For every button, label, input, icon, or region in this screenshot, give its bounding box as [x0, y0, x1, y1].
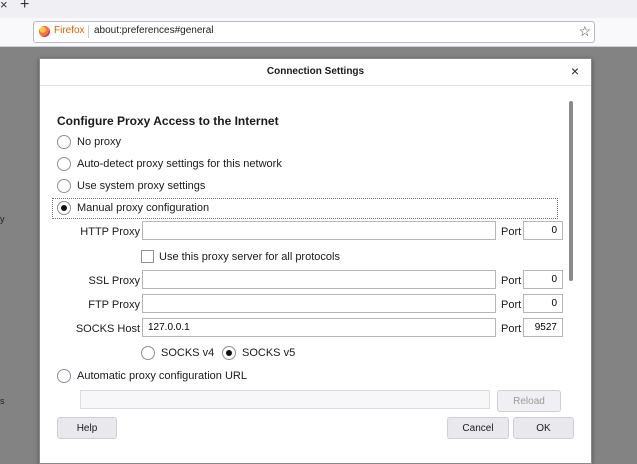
- radio-auto-detect[interactable]: Auto-detect proxy settings for this netw…: [57, 157, 282, 171]
- radio-label: Use system proxy settings: [77, 180, 206, 192]
- firefox-logo-icon: [39, 26, 50, 37]
- radio-no-proxy[interactable]: No proxy: [57, 135, 121, 149]
- ftp-port-label: Port: [501, 299, 522, 311]
- radio-button[interactable]: [141, 346, 155, 360]
- connection-settings-dialog: Connection Settings × Configure Proxy Ac…: [39, 58, 592, 464]
- ftp-port-input[interactable]: [523, 294, 563, 313]
- background-text-fragment: s: [0, 396, 5, 406]
- navigation-bar: Firefox about:preferences#general ☆: [0, 18, 637, 47]
- proxy-heading: Configure Proxy Access to the Internet: [57, 114, 279, 128]
- socks-host-input[interactable]: [142, 318, 496, 337]
- ftp-proxy-label: FTP Proxy: [88, 299, 140, 311]
- scrollbar-thumb[interactable]: [569, 101, 573, 281]
- reload-button[interactable]: Reload: [497, 390, 561, 412]
- radio-button[interactable]: [57, 157, 71, 171]
- dialog-titlebar: Connection Settings ×: [40, 59, 591, 86]
- use-for-all-checkbox[interactable]: [141, 250, 154, 263]
- help-button[interactable]: Help: [57, 417, 117, 439]
- auto-config-url-input[interactable]: [80, 390, 490, 409]
- radio-label: SOCKS v4: [161, 347, 215, 359]
- radio-button[interactable]: [222, 346, 236, 360]
- radio-label: Auto-detect proxy settings for this netw…: [77, 158, 282, 170]
- radio-label: Manual proxy configuration: [77, 202, 210, 214]
- http-port-label: Port: [501, 226, 522, 238]
- url-bar[interactable]: Firefox about:preferences#general ☆: [33, 21, 595, 43]
- bookmark-star-icon[interactable]: ☆: [578, 23, 591, 40]
- ssl-proxy-input[interactable]: [142, 270, 496, 289]
- url-text[interactable]: about:preferences#general: [94, 25, 214, 36]
- ftp-proxy-input[interactable]: [142, 294, 496, 313]
- new-tab-button[interactable]: +: [20, 0, 29, 14]
- use-for-all-label: Use this proxy server for all protocols: [159, 251, 340, 263]
- radio-manual-proxy[interactable]: Manual proxy configuration: [57, 201, 209, 215]
- radio-auto-config-url[interactable]: Automatic proxy configuration URL: [57, 369, 247, 383]
- http-port-input[interactable]: [523, 221, 563, 240]
- radio-button[interactable]: [57, 179, 71, 193]
- identity-label: Firefox: [54, 25, 85, 36]
- radio-button[interactable]: [57, 201, 71, 215]
- socks-port-label: Port: [501, 323, 522, 335]
- close-icon[interactable]: ×: [571, 63, 579, 79]
- background-text-fragment: y: [0, 214, 5, 224]
- radio-button[interactable]: [57, 369, 71, 383]
- http-proxy-input[interactable]: [142, 221, 496, 240]
- radio-label: SOCKS v5: [242, 347, 296, 359]
- socks-port-input[interactable]: [523, 318, 563, 337]
- ssl-port-label: Port: [501, 275, 522, 287]
- ssl-proxy-label: SSL Proxy: [88, 275, 140, 287]
- ok-button[interactable]: OK: [513, 417, 574, 439]
- url-divider: [88, 25, 89, 38]
- dialog-title: Connection Settings: [266, 66, 365, 77]
- ssl-port-input[interactable]: [523, 270, 563, 289]
- tab-strip: × +: [0, 0, 637, 18]
- tab-close-icon[interactable]: ×: [0, 0, 14, 13]
- radio-label: Automatic proxy configuration URL: [77, 370, 247, 382]
- radio-label: No proxy: [77, 136, 122, 148]
- cancel-button[interactable]: Cancel: [447, 417, 509, 439]
- radio-socks-v5[interactable]: SOCKS v5: [222, 346, 295, 360]
- radio-button[interactable]: [57, 135, 71, 149]
- socks-host-label: SOCKS Host: [75, 323, 140, 335]
- radio-system-proxy[interactable]: Use system proxy settings: [57, 179, 205, 193]
- http-proxy-label: HTTP Proxy: [80, 226, 140, 238]
- radio-socks-v4[interactable]: SOCKS v4: [141, 346, 214, 360]
